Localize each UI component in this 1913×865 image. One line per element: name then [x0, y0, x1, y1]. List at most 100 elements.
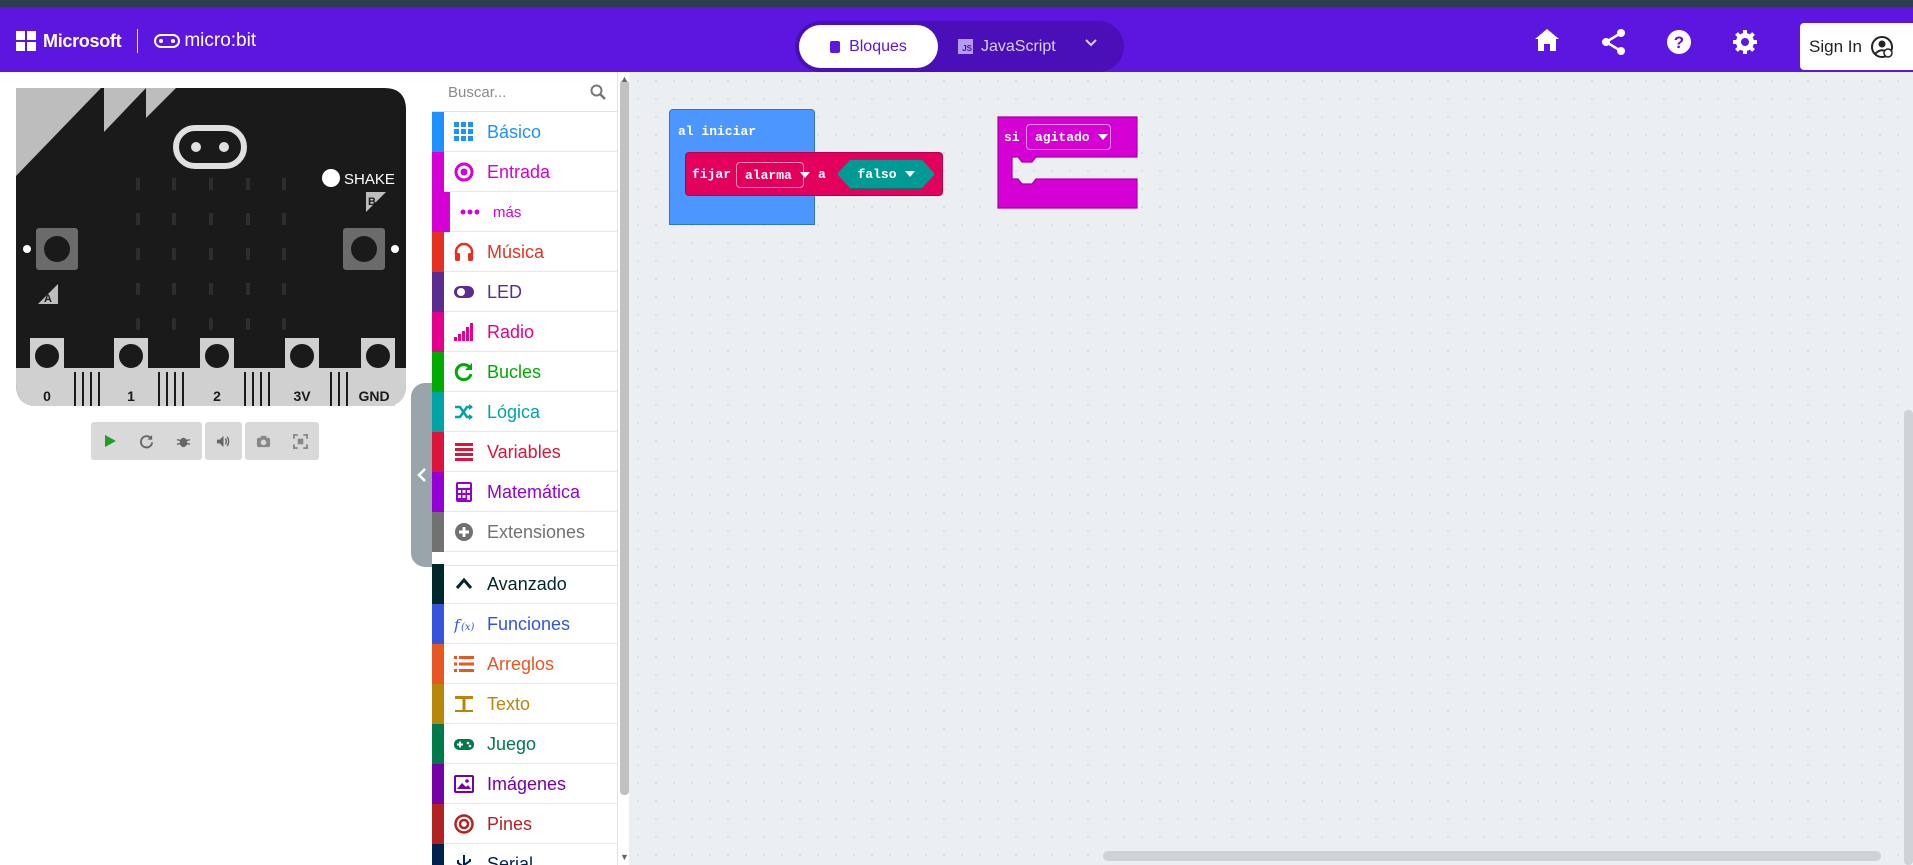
shake-label: SHAKE [344, 171, 395, 188]
tab-blocks-label: Bloques [849, 37, 907, 55]
help-icon[interactable]: ? [1665, 28, 1693, 56]
category-arreglos[interactable]: Arreglos [432, 644, 617, 684]
on-gesture-block[interactable]: si agitado [996, 115, 1141, 210]
workspace-vertical-scrollbar[interactable] [1904, 410, 1913, 865]
category-variables[interactable]: Variables [432, 432, 617, 472]
sign-in-button[interactable]: Sign In [1800, 23, 1913, 70]
tab-javascript[interactable]: JS JavaScript [958, 25, 1056, 68]
pin-label: 3V [293, 388, 311, 404]
category-imagenes[interactable]: Imágenes [432, 764, 617, 804]
microbit-logo-icon [154, 34, 181, 48]
boolean-block[interactable]: falso [837, 159, 935, 189]
tab-blocks[interactable]: Bloques [799, 25, 938, 68]
brand[interactable]: Microsoft micro:bit [16, 29, 256, 53]
toolbox-scrollbar[interactable] [620, 80, 629, 795]
usb-icon [457, 855, 471, 865]
category-label: Texto [487, 694, 531, 714]
pin-label: 1 [127, 388, 135, 404]
pin-label: 0 [43, 388, 51, 404]
editor-switch: Bloques JS JavaScript [795, 21, 1124, 72]
search-icon[interactable] [590, 84, 606, 100]
category-bucles[interactable]: Bucles [432, 352, 617, 392]
boolean-dropdown[interactable]: falso [852, 163, 920, 185]
category-avanzado[interactable]: Avanzado [432, 564, 617, 604]
category-led[interactable]: LED [432, 272, 617, 312]
variable-dropdown[interactable]: alarma [736, 162, 810, 188]
category-label: Serial [487, 854, 534, 865]
category-funciones[interactable]: f (x) Funciones [432, 604, 617, 644]
play-button[interactable] [91, 422, 128, 460]
sim-sound-group [205, 422, 242, 460]
category-serial[interactable]: Serial [432, 844, 617, 865]
dropdown-arrow-icon [1097, 134, 1108, 140]
boolean-value: falso [857, 166, 897, 182]
category-label: más [493, 204, 522, 221]
home-icon[interactable] [1533, 26, 1561, 54]
circle-dot-icon [454, 162, 474, 182]
category-basico[interactable]: Básico [432, 112, 617, 152]
gesture-dropdown[interactable]: agitado [1026, 124, 1111, 150]
category-label: Entrada [487, 162, 551, 182]
category-mas[interactable]: más [432, 192, 617, 232]
shuffle-icon [455, 404, 473, 420]
chevron-left-icon [417, 468, 426, 482]
top-strip [0, 0, 1913, 7]
screenshot-button[interactable] [245, 422, 282, 460]
category-juego[interactable]: Juego [432, 724, 617, 764]
category-label: Juego [487, 734, 537, 754]
category-label: Funciones [487, 614, 571, 634]
list-icon [454, 656, 474, 672]
category-entrada[interactable]: Entrada [432, 152, 617, 192]
simulator-toolbar [91, 422, 322, 460]
fullscreen-icon [293, 433, 308, 449]
target-icon [454, 814, 474, 834]
scroll-up-icon[interactable]: ▲ [620, 74, 629, 84]
on-start-label: al iniciar [678, 124, 757, 139]
mute-button[interactable] [205, 422, 242, 460]
category-label: Música [487, 242, 545, 262]
puzzle-icon [830, 40, 841, 53]
set-label: fijar [692, 167, 732, 182]
collapse-simulator-button[interactable] [411, 383, 433, 567]
button-a[interactable] [36, 228, 78, 270]
bug-icon [176, 437, 191, 447]
user-icon [1870, 35, 1893, 58]
category-extensiones[interactable]: Extensiones [432, 512, 617, 552]
dropdown-arrow-icon [904, 171, 915, 177]
workspace-horizontal-scrollbar[interactable] [1103, 851, 1881, 861]
category-label: LED [487, 282, 523, 302]
speaker-icon [216, 435, 230, 447]
microbit-simulator[interactable]: SHAKE B A 0 1 2 3V GND [16, 88, 406, 406]
button-a-label: A [44, 293, 52, 305]
share-icon[interactable] [1600, 28, 1628, 56]
sim-controls-group [91, 422, 202, 460]
debug-button[interactable] [165, 422, 202, 460]
category-texto[interactable]: Texto [432, 684, 617, 724]
category-label: Imágenes [487, 774, 567, 794]
loop-icon [454, 363, 473, 382]
category-label: Radio [487, 322, 535, 342]
pin-label: 2 [213, 388, 221, 404]
category-musica[interactable]: Música [432, 232, 617, 272]
brand-microbit: micro:bit [154, 30, 256, 52]
if-label: si [1004, 130, 1020, 145]
headphones-icon [454, 242, 474, 261]
text-icon [455, 696, 473, 712]
settings-icon[interactable] [1731, 28, 1759, 56]
microsoft-logo-icon [16, 31, 36, 51]
category-label: Variables [487, 442, 561, 462]
brand-microsoft: Microsoft [43, 30, 122, 51]
category-matematica[interactable]: Matemática [432, 472, 617, 512]
list-lines-icon [455, 443, 473, 461]
sign-in-label: Sign In [1809, 36, 1862, 56]
category-radio[interactable]: Radio [432, 312, 617, 352]
category-logica[interactable]: Lógica [432, 392, 617, 432]
category-pines[interactable]: Pines [432, 804, 617, 844]
chevron-down-icon[interactable] [1085, 37, 1097, 49]
fullscreen-button[interactable] [282, 422, 319, 460]
scroll-down-icon[interactable]: ▼ [620, 852, 629, 862]
sim-view-group [245, 422, 319, 460]
play-icon [104, 435, 116, 447]
restart-button[interactable] [128, 422, 165, 460]
button-b[interactable] [343, 228, 385, 270]
